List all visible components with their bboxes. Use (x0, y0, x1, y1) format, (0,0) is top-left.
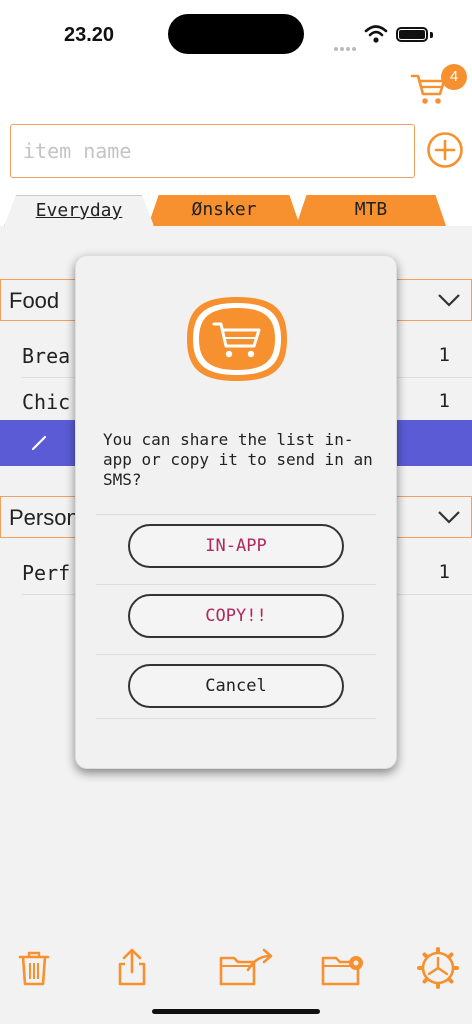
section-title: Food (9, 288, 60, 313)
battery-tip (430, 32, 433, 38)
item-name: Brea (22, 344, 71, 368)
trash-icon[interactable] (12, 946, 56, 990)
home-indicator (152, 1009, 320, 1014)
dynamic-island (168, 14, 304, 54)
copy-button[interactable]: COPY!! (128, 594, 344, 638)
item-name: Chic (22, 390, 71, 414)
cart-badge: 4 (441, 64, 467, 90)
tab-everyday[interactable]: Everyday (4, 195, 154, 226)
cellular-signal-icon (334, 36, 358, 55)
add-item-icon[interactable] (426, 131, 464, 169)
pencil-icon (31, 435, 47, 451)
share-dialog: You can share the list in-app or copy it… (75, 255, 397, 769)
in-app-button[interactable]: IN-APP (128, 524, 344, 568)
divider (96, 514, 376, 515)
dialog-message: You can share the list in-app or copy it… (103, 430, 373, 489)
tab-mtb[interactable]: MTB (296, 195, 446, 226)
wifi-icon (364, 25, 388, 43)
chevron-down-icon[interactable] (437, 507, 461, 527)
item-quantity: 1 (438, 561, 450, 583)
cancel-button[interactable]: Cancel (128, 664, 344, 708)
divider (96, 654, 376, 655)
tab-onsker[interactable]: Ønsker (148, 195, 300, 226)
folder-settings-icon[interactable] (320, 946, 368, 990)
section-title: Person (9, 505, 79, 530)
divider (96, 584, 376, 585)
settings-gear-icon[interactable] (416, 946, 460, 990)
app-cart-logo-icon (187, 297, 287, 381)
share-icon[interactable] (110, 946, 154, 990)
status-time: 23.20 (64, 24, 115, 46)
folder-export-icon[interactable] (218, 946, 274, 990)
item-name-input[interactable] (10, 124, 415, 178)
battery-icon (396, 27, 428, 42)
item-name: Perf (22, 561, 71, 585)
item-quantity: 1 (438, 344, 450, 366)
chevron-down-icon[interactable] (437, 290, 461, 310)
item-quantity: 1 (438, 390, 450, 412)
divider (96, 718, 376, 719)
